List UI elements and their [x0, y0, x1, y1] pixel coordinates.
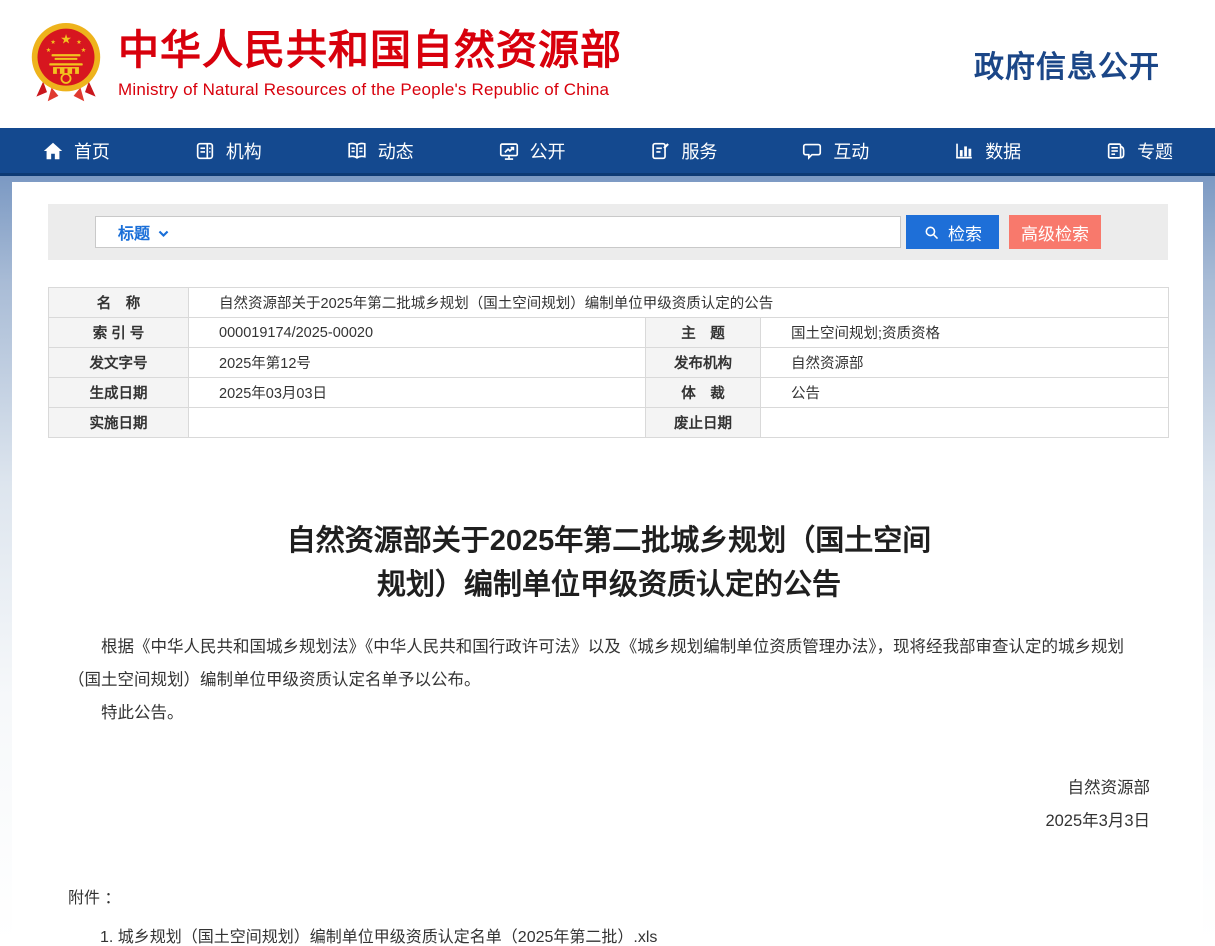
document-meta-table: 名 称 自然资源部关于2025年第二批城乡规划（国土空间规划）编制单位甲级资质认…	[48, 287, 1169, 438]
nav-item-services[interactable]: 服务	[608, 128, 760, 173]
meta-label-date-created: 生成日期	[49, 378, 189, 408]
nav-item-home[interactable]: 首页	[0, 128, 152, 173]
attachments-label: 附件 ：	[68, 884, 1150, 908]
advanced-search-button[interactable]: 高级检索	[1009, 215, 1101, 249]
meta-value-index-number: 000019174/2025-00020	[189, 318, 646, 348]
meta-value-subject: 国土空间规划;资质资格	[761, 318, 1169, 348]
attachment-link[interactable]: 1. 城乡规划（国土空间规划）编制单位甲级资质认定名单（2025年第二批）.xl…	[100, 923, 1150, 946]
table-row: 生成日期 2025年03月03日 体 裁 公告	[49, 378, 1169, 408]
search-button-label: 检索	[948, 220, 982, 245]
signature-org: 自然资源部	[68, 772, 1150, 805]
search-field-selector-label: 标题	[118, 220, 150, 244]
nav-item-label: 机构	[226, 138, 262, 164]
topics-icon	[1105, 140, 1127, 162]
organization-icon	[194, 140, 216, 162]
meta-label-genre: 体 裁	[646, 378, 761, 408]
meta-value-date-abolished	[761, 408, 1169, 438]
table-row: 名 称 自然资源部关于2025年第二批城乡规划（国土空间规划）编制单位甲级资质认…	[49, 288, 1169, 318]
meta-label-date-effective: 实施日期	[49, 408, 189, 438]
svg-text:★: ★	[81, 47, 87, 54]
table-row: 实施日期 废止日期	[49, 408, 1169, 438]
article-paragraph: 特此公告。	[68, 697, 1150, 730]
meta-label-subject: 主 题	[646, 318, 761, 348]
article-title-line: 自然资源部关于2025年第二批城乡规划（国土空间	[68, 519, 1150, 563]
nav-item-label: 公开	[530, 138, 566, 164]
svg-text:★: ★	[76, 39, 82, 46]
meta-value-genre: 公告	[761, 378, 1169, 408]
nav-item-label: 互动	[833, 138, 869, 164]
nav-item-label: 首页	[74, 138, 110, 164]
search-button[interactable]: 检索	[906, 215, 999, 249]
meta-label-issuer: 发布机构	[646, 348, 761, 378]
search-field-selector[interactable]: 标题	[118, 220, 170, 244]
interaction-icon	[801, 140, 823, 162]
article-title: 自然资源部关于2025年第二批城乡规划（国土空间 规划）编制单位甲级资质认定的公…	[68, 519, 1150, 607]
article-paragraph: 根据《中华人民共和国城乡规划法》《中华人民共和国行政许可法》以及《城乡规划编制单…	[68, 631, 1150, 697]
meta-label-date-abolished: 废止日期	[646, 408, 761, 438]
table-row: 索 引 号 000019174/2025-00020 主 题 国土空间规划;资质…	[49, 318, 1169, 348]
meta-label-index-number: 索 引 号	[49, 318, 189, 348]
attachments: 附件 ： 1. 城乡规划（国土空间规划）编制单位甲级资质认定名单（2025年第二…	[68, 884, 1150, 946]
search-strip: 标题 检索 高级检索	[48, 204, 1168, 260]
site-title: 中华人民共和国自然资源部	[118, 28, 622, 73]
nav-item-label: 专题	[1137, 138, 1173, 164]
chevron-down-icon	[157, 227, 170, 240]
nav-item-data[interactable]: 数据	[911, 128, 1063, 173]
search-box: 标题	[95, 216, 901, 248]
nav-item-label: 服务	[681, 138, 717, 164]
nav-item-news[interactable]: 动态	[304, 128, 456, 173]
article-body: 根据《中华人民共和国城乡规划法》《中华人民共和国行政许可法》以及《城乡规划编制单…	[68, 631, 1150, 730]
nav-item-label: 动态	[378, 138, 414, 164]
meta-value-issuer: 自然资源部	[761, 348, 1169, 378]
disclosure-icon	[498, 140, 520, 162]
article-title-line: 规划）编制单位甲级资质认定的公告	[68, 563, 1150, 607]
nav-item-label: 数据	[985, 138, 1021, 164]
gov-info-disclosure-title[interactable]: 政府信息公开	[974, 42, 1160, 86]
meta-label-doc-number: 发文字号	[49, 348, 189, 378]
nav-item-organization[interactable]: 机构	[152, 128, 304, 173]
services-icon	[649, 140, 671, 162]
svg-text:★: ★	[50, 39, 56, 46]
meta-value-date-effective	[189, 408, 646, 438]
table-row: 发文字号 2025年第12号 发布机构 自然资源部	[49, 348, 1169, 378]
nav-item-disclosure[interactable]: 公开	[456, 128, 608, 173]
signature-block: 自然资源部 2025年3月3日	[68, 772, 1150, 838]
meta-value-name: 自然资源部关于2025年第二批城乡规划（国土空间规划）编制单位甲级资质认定的公告	[189, 288, 1169, 318]
nav-item-topics[interactable]: 专题	[1063, 128, 1215, 173]
page-background: 标题 检索 高级检索	[0, 176, 1215, 943]
main-nav: 首页 机构 动态	[0, 128, 1215, 176]
signature-date: 2025年3月3日	[68, 805, 1150, 838]
meta-value-date-created: 2025年03月03日	[189, 378, 646, 408]
nav-item-interaction[interactable]: 互动	[759, 128, 911, 173]
masthead: ★ ★ ★ ★ ★ 中华人民共和国自然资源部 Ministry of Natur…	[0, 0, 1215, 128]
site-subtitle: Ministry of Natural Resources of the Peo…	[118, 80, 622, 100]
article: 自然资源部关于2025年第二批城乡规划（国土空间 规划）编制单位甲级资质认定的公…	[68, 519, 1150, 946]
home-icon	[42, 140, 64, 162]
site-brand[interactable]: 中华人民共和国自然资源部 Ministry of Natural Resourc…	[118, 28, 622, 99]
svg-text:★: ★	[46, 47, 52, 54]
news-icon	[346, 140, 368, 162]
search-icon	[923, 224, 940, 241]
content-box: 标题 检索 高级检索	[12, 182, 1203, 943]
svg-text:★: ★	[60, 31, 72, 46]
china-national-emblem-icon[interactable]: ★ ★ ★ ★ ★	[28, 20, 104, 108]
data-icon	[953, 140, 975, 162]
meta-label-name: 名 称	[49, 288, 189, 318]
search-input[interactable]	[180, 218, 890, 246]
meta-value-doc-number: 2025年第12号	[189, 348, 646, 378]
